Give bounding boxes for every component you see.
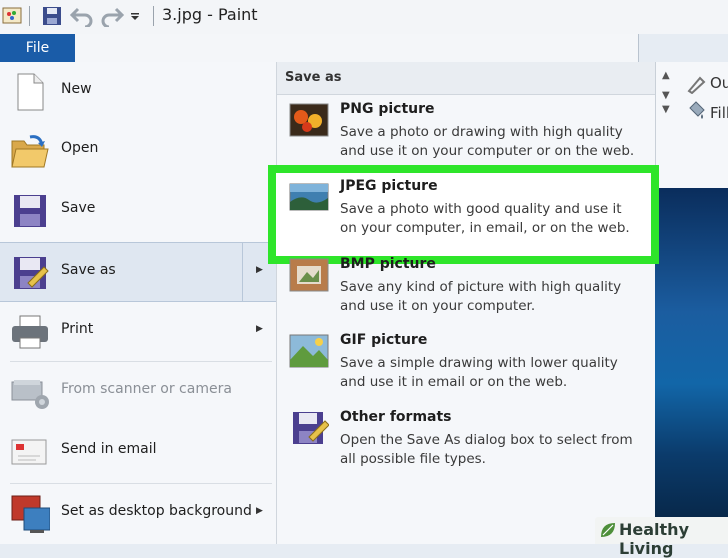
option-description: Save a simple drawing with lower quality… (340, 355, 618, 390)
jpeg-picture-icon (289, 180, 329, 214)
option-description: Save any kind of picture with high quali… (340, 279, 622, 314)
file-menu: New Open Save Save as ▶ Print ▶ From sca… (0, 62, 277, 544)
option-title: Other formats (340, 409, 452, 425)
customize-dropdown-icon[interactable] (130, 5, 140, 27)
toolbar-divider (153, 6, 154, 26)
save-as-png[interactable]: PNG picture Save a photo or drawing with… (277, 95, 655, 171)
toolbar-divider (29, 6, 30, 26)
fill-bucket-icon (686, 100, 706, 124)
png-picture-icon (289, 103, 329, 137)
scroll-up-icon[interactable]: ▲ (662, 70, 670, 81)
save-disk-icon (10, 191, 50, 231)
menu-item-label: Save (61, 200, 96, 216)
option-description: Open the Save As dialog box to select fr… (340, 432, 633, 467)
chevron-right-icon[interactable]: ▶ (256, 506, 263, 516)
save-as-bmp[interactable]: BMP picture Save any kind of picture wit… (277, 250, 655, 326)
option-description: Save a photo or drawing with high qualit… (340, 124, 635, 159)
menu-item-label: Print (61, 321, 94, 337)
menu-item-label: From scanner or camera (61, 381, 232, 397)
option-title: JPEG picture (340, 178, 438, 194)
window-title: 3.jpg - Paint (162, 5, 258, 24)
ribbon-tab-row (0, 34, 639, 63)
menu-item-open[interactable]: Open (0, 121, 276, 179)
menu-item-save-as[interactable]: Save as ▶ (0, 242, 276, 302)
expand-icon[interactable]: ▼ (662, 104, 670, 115)
chevron-right-icon[interactable]: ▶ (256, 265, 263, 275)
submenu-header: Save as (277, 62, 655, 95)
bmp-picture-icon (289, 258, 329, 292)
submenu-title: Save as (285, 70, 342, 85)
option-description: Save a photo with good quality and use i… (340, 201, 630, 236)
menu-item-label: Save as (61, 262, 116, 278)
submenu-split (242, 243, 243, 301)
outline-icon (686, 74, 706, 98)
paint-app-icon[interactable] (2, 5, 24, 27)
menu-item-send-email[interactable]: Send in email (0, 422, 276, 480)
redo-icon[interactable] (100, 5, 124, 27)
fill-label[interactable]: Fill (710, 104, 728, 122)
menu-item-desktop-background[interactable]: Set as desktop background ▶ (0, 484, 276, 542)
option-title: PNG picture (340, 101, 435, 117)
save-as-jpeg[interactable]: JPEG picture Save a photo with good qual… (277, 172, 655, 248)
menu-item-save[interactable]: Save (0, 181, 276, 239)
menu-item-label: Send in email (61, 441, 157, 457)
save-as-icon (10, 253, 50, 293)
canvas-image (655, 188, 728, 544)
menu-item-new[interactable]: New (0, 62, 276, 120)
save-as-other[interactable]: Other formats Open the Save As dialog bo… (277, 403, 655, 479)
menu-item-label: New (61, 81, 92, 97)
menu-item-label: Set as desktop background (61, 503, 252, 519)
watermark-text: Healthy Living (619, 520, 689, 558)
quick-save-icon[interactable] (42, 5, 62, 27)
file-tab[interactable]: File (0, 34, 75, 62)
menu-item-from-scanner: From scanner or camera (0, 362, 276, 420)
scroll-down-icon[interactable]: ▼ (662, 90, 670, 101)
save-as-gif[interactable]: GIF picture Save a simple drawing with l… (277, 326, 655, 402)
gif-picture-icon (289, 334, 329, 368)
printer-icon (10, 312, 50, 352)
other-formats-icon (289, 411, 330, 445)
leaf-logo-icon (601, 523, 615, 537)
chevron-right-icon[interactable]: ▶ (256, 324, 263, 334)
email-icon (10, 432, 50, 472)
menu-item-label: Open (61, 140, 99, 156)
scanner-icon (10, 372, 50, 412)
desktop-background-icon (10, 494, 51, 534)
new-file-icon (10, 72, 50, 112)
undo-icon[interactable] (70, 5, 94, 27)
watermark-badge: Healthy Living (595, 517, 728, 558)
option-title: BMP picture (340, 256, 436, 272)
open-folder-icon (10, 131, 50, 171)
option-title: GIF picture (340, 332, 428, 348)
outline-label[interactable]: Ou (710, 74, 728, 92)
menu-item-print[interactable]: Print ▶ (0, 302, 276, 360)
